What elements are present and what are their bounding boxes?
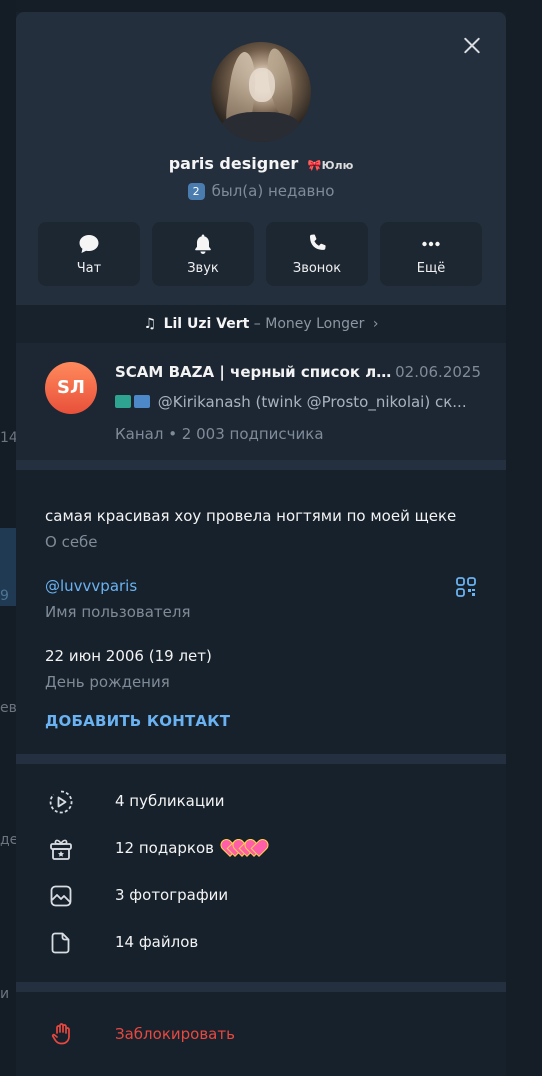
background-app-top xyxy=(0,0,542,12)
profile-info-section: самая красивая хоу провела ногтями по мо… xyxy=(16,470,506,754)
publications-label: 4 публикации xyxy=(115,792,225,810)
music-note-icon: ♫ xyxy=(143,316,157,332)
bell-icon xyxy=(195,234,211,254)
add-contact-button[interactable]: ДОБАВИТЬ КОНТАКТ xyxy=(45,712,230,730)
chat-button-label: Чат xyxy=(76,261,102,276)
more-button[interactable]: Ещё xyxy=(380,222,482,286)
block-user-label: Заблокировать xyxy=(115,1025,235,1043)
section-divider xyxy=(16,982,506,992)
sound-button-label: Звук xyxy=(187,261,219,276)
computer-emoji-icon xyxy=(134,395,150,408)
user-profile-panel: paris designer 🎀Юлю 2 был(а) недавно Чат … xyxy=(16,12,506,1076)
call-button-label: Звонок xyxy=(292,261,342,276)
channel-meta: Канал • 2 003 подписчика xyxy=(115,425,324,443)
profile-name-row: paris designer 🎀Юлю xyxy=(16,154,506,173)
username-label: Имя пользователя xyxy=(45,603,191,621)
birthday-text: 22 июн 2006 (19 лет) xyxy=(45,647,212,665)
shared-media-section: 4 публикации 12 подарков 3 фотографии 14… xyxy=(16,764,506,982)
channel-date: 02.06.2025 xyxy=(395,363,481,381)
music-title: Money Longer xyxy=(265,316,365,332)
photos-row[interactable]: 3 фотографии xyxy=(16,872,506,919)
status-badge: 2 xyxy=(187,183,205,200)
qr-code-icon[interactable] xyxy=(455,576,477,598)
files-label: 14 файлов xyxy=(115,933,199,951)
phone-icon xyxy=(310,234,326,250)
file-icon xyxy=(51,932,70,954)
birthday-label: День рождения xyxy=(45,673,170,691)
profile-header: paris designer 🎀Юлю 2 был(а) недавно Чат … xyxy=(16,12,506,305)
background-text: и xyxy=(0,986,10,1002)
publications-row[interactable]: 4 публикации xyxy=(16,778,506,825)
gift-hearts-icon xyxy=(223,840,259,860)
section-divider xyxy=(16,460,506,470)
block-user-button[interactable]: Заблокировать xyxy=(16,992,506,1066)
profile-name: paris designer xyxy=(168,154,299,173)
gifts-row[interactable]: 12 подарков xyxy=(16,825,506,872)
personal-channel-card[interactable]: SЛ SCAM BAZA | черный список лол... 02.0… xyxy=(16,343,506,460)
chat-bubble-icon xyxy=(79,235,99,253)
gifts-label: 12 подарков xyxy=(115,839,259,860)
status-row: 2 был(а) недавно xyxy=(16,182,506,200)
chevron-right-icon: › xyxy=(372,316,379,332)
background-text: ев xyxy=(0,700,17,716)
background-app-right xyxy=(506,0,542,1076)
channel-name: SCAM BAZA | черный список лол... xyxy=(115,363,395,381)
bio-label: О себе xyxy=(45,533,98,551)
gift-icon xyxy=(50,839,72,860)
section-divider xyxy=(16,754,506,764)
username-link[interactable]: @luvvvparis xyxy=(45,577,137,595)
more-dots-icon xyxy=(422,241,440,247)
stories-icon xyxy=(49,790,73,814)
emoji-status-icon[interactable]: 🎀Юлю xyxy=(308,159,353,172)
more-button-label: Ещё xyxy=(416,261,446,276)
bio-text: самая красивая хоу провела ногтями по мо… xyxy=(45,507,457,525)
sound-button[interactable]: Звук xyxy=(152,222,254,286)
channel-last-message: @Kirikanash (twink @Prosto_nikolai) ск..… xyxy=(115,393,480,411)
photos-label: 3 фотографии xyxy=(115,886,229,904)
music-artist: Lil Uzi Vert xyxy=(163,316,250,332)
call-button[interactable]: Звонок xyxy=(266,222,368,286)
channel-avatar: SЛ xyxy=(45,362,97,414)
hand-stop-icon xyxy=(51,1023,70,1045)
background-text: 9 xyxy=(0,588,9,604)
avatar[interactable] xyxy=(211,42,311,142)
chat-button[interactable]: Чат xyxy=(38,222,140,286)
files-row[interactable]: 14 файлов xyxy=(16,919,506,966)
money-emoji-icon xyxy=(115,395,131,408)
close-button[interactable] xyxy=(458,32,486,60)
last-seen: был(а) недавно xyxy=(211,182,335,200)
now-playing-bar[interactable]: ♫ Lil Uzi Vert – Money Longer › xyxy=(16,305,506,343)
photo-icon xyxy=(50,885,72,907)
